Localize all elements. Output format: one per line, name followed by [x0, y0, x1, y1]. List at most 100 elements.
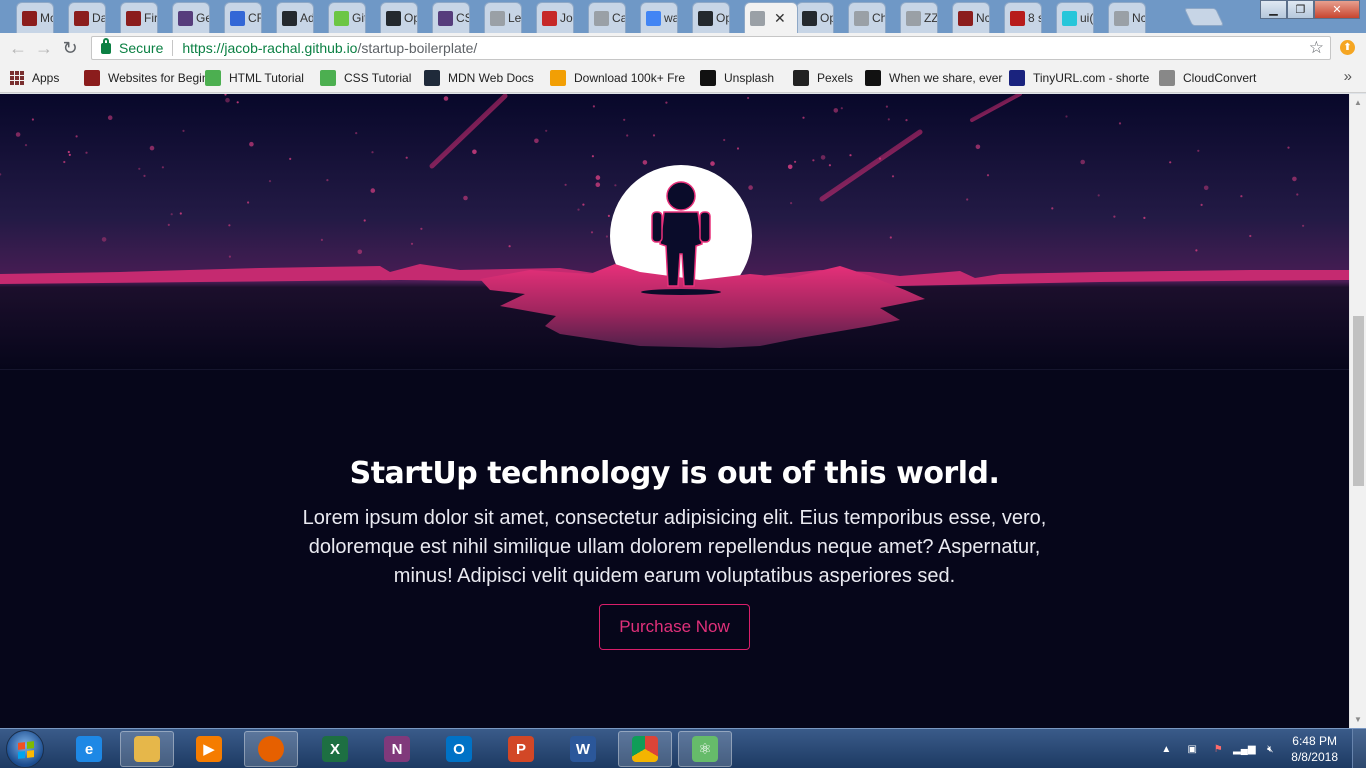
browser-tab[interactable]: Op [692, 2, 730, 33]
browser-tab[interactable]: CS [432, 2, 470, 33]
browser-tab[interactable]: Jol [536, 2, 574, 33]
browser-tab[interactable]: Ad [276, 2, 314, 33]
page-scrollbar[interactable]: ▲ ▼ [1349, 94, 1366, 728]
bookmark-item[interactable]: CloudConvert [1159, 65, 1279, 91]
browser-tab[interactable]: Nc [952, 2, 990, 33]
taskbar-app-button[interactable]: ⚛ [678, 731, 732, 767]
star [247, 201, 250, 204]
browser-tab[interactable]: wa [640, 2, 678, 33]
bookmark-item[interactable]: MDN Web Docs [424, 65, 550, 91]
bookmark-item[interactable]: HTML Tutorial [205, 65, 320, 91]
show-hidden-icons-icon[interactable]: ▲ [1158, 742, 1174, 756]
windows-taskbar: ▲ ▣ ⚑ ▂▄▆ 🔇︎ 6:48 PM 8/8/2018 e ▶ X N O P W ⚛ [0, 728, 1366, 768]
star [167, 223, 170, 226]
back-button[interactable]: ← [5, 35, 31, 61]
app-icon [84, 69, 100, 86]
bookmark-item[interactable]: When we share, ever [865, 65, 1009, 91]
browser-tab[interactable]: Le [484, 2, 522, 33]
bookmark-item[interactable]: TinyURL.com - shorte [1009, 65, 1159, 91]
page-headline: StartUp technology is out of this world. [349, 456, 1000, 491]
app-icon [230, 10, 245, 26]
scrollbar-thumb[interactable] [1353, 316, 1364, 486]
scroll-up-arrow-icon[interactable]: ▲ [1354, 98, 1362, 107]
browser-tab[interactable]: Nc [1108, 2, 1146, 33]
apps-grid-icon [10, 70, 24, 85]
browser-tab[interactable]: ZZ [900, 2, 938, 33]
close-tab-icon[interactable]: ✕ [774, 10, 786, 27]
maximize-button[interactable]: ❐ [1287, 0, 1314, 19]
taskbar-app-button[interactable]: ▶ [182, 731, 236, 767]
forward-button[interactable]: → [31, 35, 57, 61]
taskbar-app-button[interactable]: e [62, 731, 116, 767]
star [31, 118, 34, 121]
star [1097, 194, 1100, 197]
taskbar-app-button[interactable]: W [556, 731, 610, 767]
star [1118, 122, 1122, 125]
bookmark-label: CloudConvert [1183, 70, 1257, 85]
action-center-flag-icon[interactable]: ⚑ [1210, 742, 1226, 756]
github-icon [334, 10, 349, 26]
tab-label: CR [248, 11, 261, 25]
bookmark-item[interactable]: Pexels [793, 65, 865, 91]
reload-button[interactable]: ↻ [57, 35, 83, 61]
star [665, 101, 668, 104]
star [723, 138, 726, 142]
browser-tab[interactable]: Da [68, 2, 106, 33]
browser-tab[interactable]: Mc [16, 2, 54, 33]
bookmark-item[interactable]: Unsplash [700, 65, 793, 91]
taskbar-app-button[interactable] [244, 731, 298, 767]
taskbar-app-button[interactable]: O [432, 731, 486, 767]
taskbar-app-button[interactable]: P [494, 731, 548, 767]
browser-tab[interactable]: Ge [172, 2, 210, 33]
minimize-button[interactable]: ▁ [1260, 0, 1287, 19]
lead-paragraph: Lorem ipsum dolor sit amet, consectetur … [302, 507, 1047, 587]
taskbar-app-button[interactable] [120, 731, 174, 767]
bookmark-item[interactable]: Apps [0, 65, 84, 91]
browser-tab[interactable]: Ch [848, 2, 886, 33]
browser-tab[interactable]: CR [224, 2, 262, 33]
extension-icon[interactable]: ⬆ [1340, 40, 1355, 55]
browser-tab[interactable]: Op [380, 2, 418, 33]
browser-tab[interactable]: Fir [120, 2, 158, 33]
window-controls: ▁ ❐ ✕ [1260, 0, 1360, 19]
astronaut-shadow [641, 289, 721, 295]
taskbar-app-button[interactable]: X [308, 731, 362, 767]
network-signal-icon[interactable]: ▂▄▆ [1233, 742, 1255, 756]
bookmark-star-icon[interactable]: ☆ [1309, 38, 1324, 58]
new-tab-button[interactable] [1183, 8, 1225, 26]
device-icon[interactable]: ▣ [1184, 742, 1200, 756]
taskbar-app-button[interactable] [618, 731, 672, 767]
tab-label: ui( [1080, 11, 1094, 25]
scroll-down-arrow-icon[interactable]: ▼ [1354, 715, 1362, 724]
star [67, 150, 70, 154]
lock-icon [101, 37, 111, 54]
system-clock[interactable]: 6:48 PM 8/8/2018 [1291, 733, 1338, 765]
clock-time: 6:48 PM [1292, 734, 1337, 748]
browser-tab[interactable]: ui( [1056, 2, 1094, 33]
star [228, 255, 231, 258]
star [161, 166, 164, 169]
star [787, 164, 793, 170]
volume-muted-icon[interactable]: 🔇︎ [1262, 742, 1278, 756]
star [1302, 224, 1305, 227]
bookmark-label: Websites for Beginne [108, 70, 205, 85]
start-button[interactable] [6, 730, 44, 768]
browser-tab[interactable]: Ca [588, 2, 626, 33]
close-window-button[interactable]: ✕ [1314, 0, 1360, 19]
more-bookmarks-chevron-icon[interactable]: » [1344, 68, 1352, 85]
star [812, 159, 815, 162]
bookmark-item[interactable]: CSS Tutorial [320, 65, 424, 91]
url-origin: https://jacob-rachal.github.io [182, 40, 358, 56]
star [891, 175, 895, 178]
browser-tab[interactable]: Op [796, 2, 834, 33]
bookmark-item[interactable]: Websites for Beginne [84, 65, 205, 91]
address-bar[interactable]: Secure https://jacob-rachal.github.io /s… [91, 36, 1331, 60]
tab-active[interactable]: ✕ [744, 2, 798, 33]
page-icon [1114, 10, 1129, 26]
browser-tab[interactable]: 8 s [1004, 2, 1042, 33]
purchase-now-button[interactable]: Purchase Now [599, 604, 750, 650]
show-desktop-button[interactable] [1352, 729, 1366, 768]
taskbar-app-button[interactable]: N [370, 731, 424, 767]
bookmark-item[interactable]: Download 100k+ Fre [550, 65, 700, 91]
browser-tab[interactable]: Git [328, 2, 366, 33]
